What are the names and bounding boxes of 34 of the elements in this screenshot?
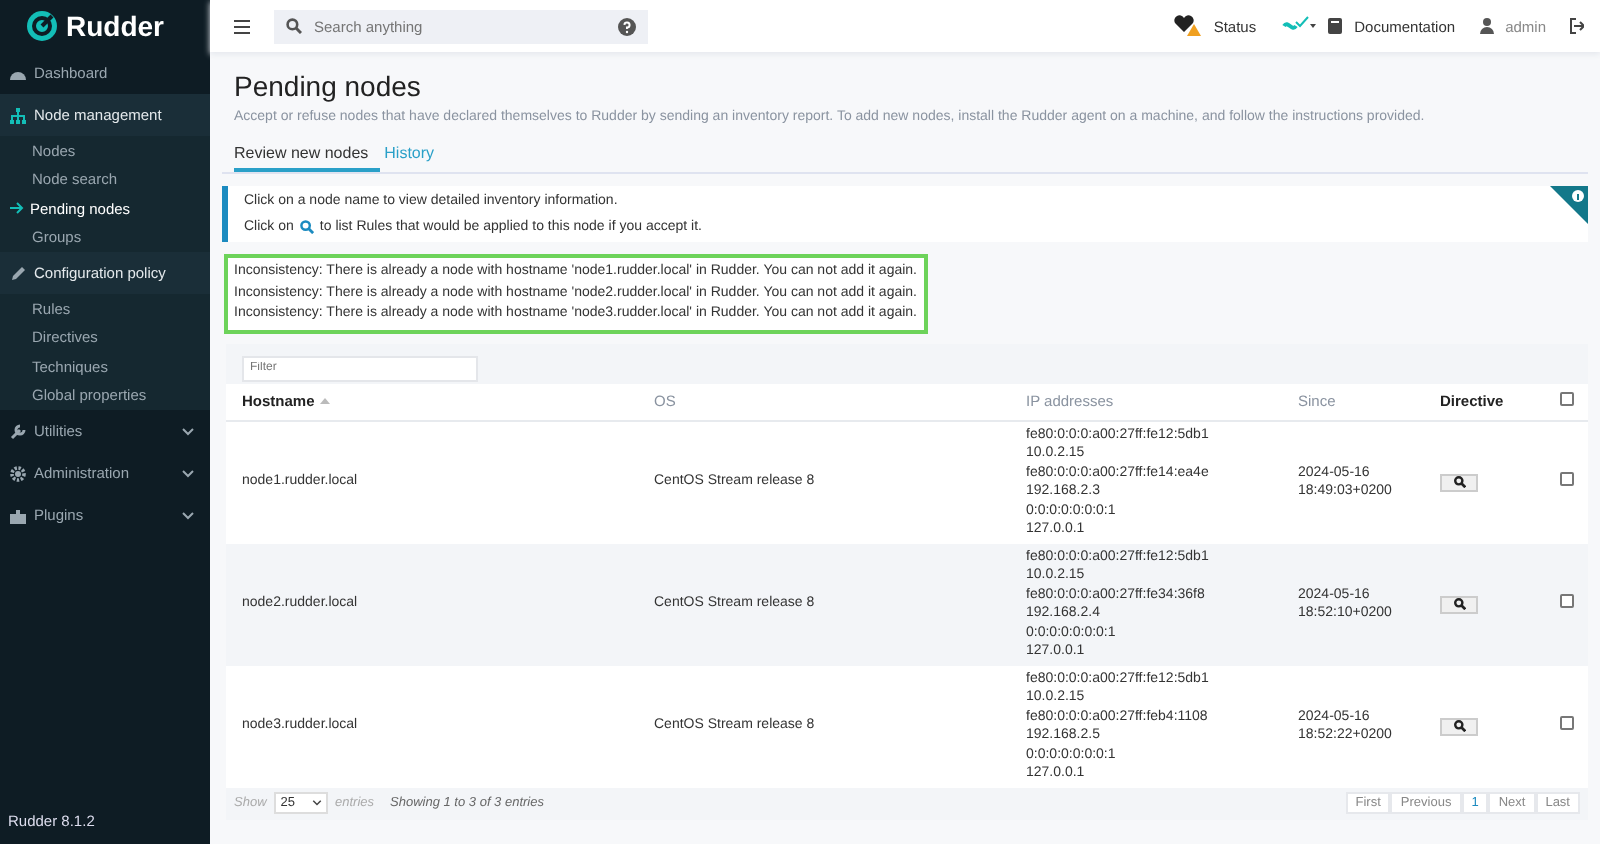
status-check-icon[interactable]	[1280, 16, 1317, 36]
arrow-icon	[10, 202, 24, 215]
logout-icon[interactable]	[1570, 18, 1584, 34]
tab[interactable]: Review new nodes	[234, 140, 381, 172]
page-title: Pending nodes	[234, 70, 423, 102]
menu-icon[interactable]	[234, 19, 250, 33]
chevron-icon	[182, 511, 194, 519]
chevron-icon	[311, 800, 321, 806]
settings-icon	[10, 465, 26, 481]
help-icon[interactable]	[618, 17, 636, 35]
puzzle-icon	[10, 507, 26, 523]
brand-name: Rudder	[66, 10, 164, 42]
sort-icon	[320, 398, 331, 404]
user-icon	[1479, 18, 1494, 34]
logo-icon	[26, 10, 58, 42]
book-icon	[1328, 18, 1343, 34]
search-icon	[1453, 598, 1465, 610]
chevron-icon	[182, 427, 194, 435]
directive-button[interactable]	[1440, 473, 1478, 491]
directive-button[interactable]	[1440, 717, 1478, 735]
search-icon	[1453, 476, 1465, 488]
pencil-icon	[10, 265, 26, 281]
wrench-icon	[10, 423, 26, 439]
checkbox[interactable]	[1559, 471, 1573, 486]
checkbox[interactable]	[1559, 715, 1573, 730]
checkbox[interactable]	[1559, 593, 1573, 608]
heart-warning-icon[interactable]	[1173, 14, 1202, 38]
sitemap-icon	[10, 107, 26, 123]
checkbox[interactable]	[1559, 392, 1573, 406]
search-icon	[1453, 720, 1465, 732]
search-icon	[286, 18, 302, 34]
chevron-icon	[182, 469, 194, 477]
directive-button[interactable]	[1440, 595, 1478, 613]
search-icon	[299, 220, 314, 234]
